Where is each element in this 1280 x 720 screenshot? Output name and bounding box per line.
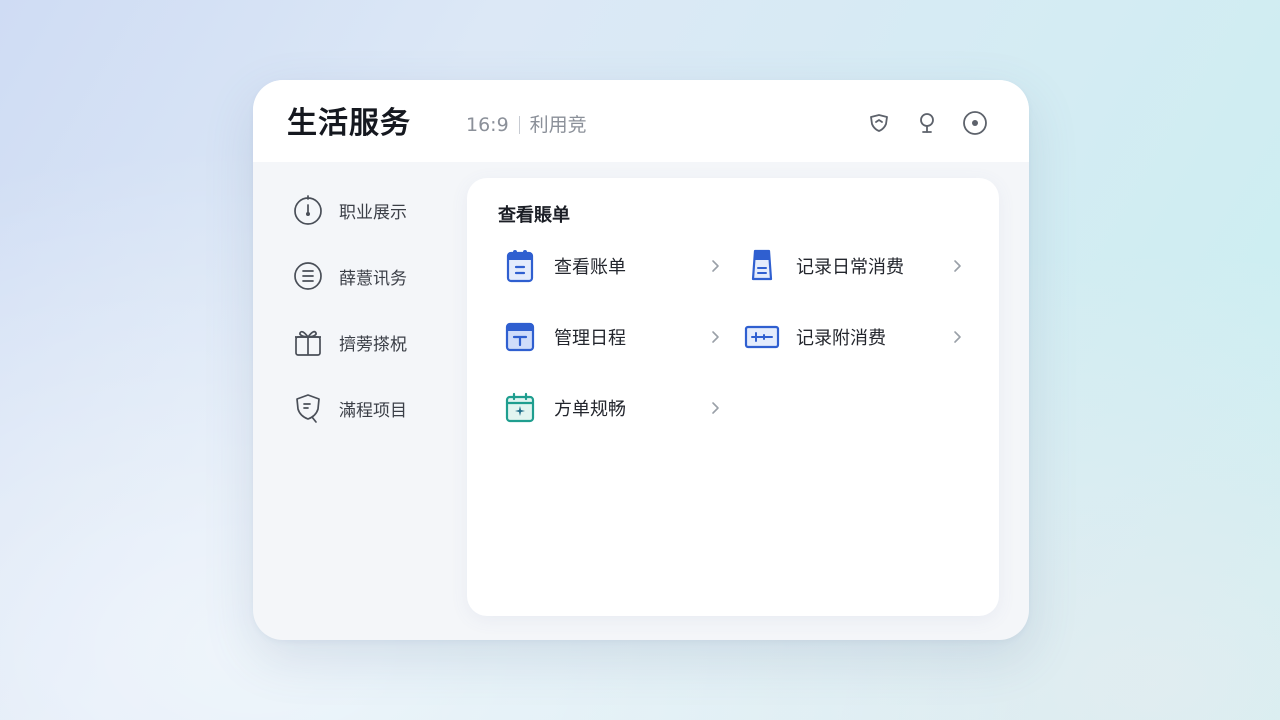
- sidebar-item-label: 擠蒡搽柷: [339, 334, 407, 355]
- menu-item-label: 管理日程: [554, 328, 626, 349]
- sidebar-item-label: 职业展示: [339, 202, 407, 223]
- sidebar-item-label: 滿程项目: [339, 400, 407, 421]
- schedule-icon: [500, 317, 540, 357]
- chevron-right-icon: [708, 401, 722, 415]
- chevron-right-icon: [708, 330, 722, 344]
- timer-icon: [289, 191, 327, 229]
- sidebar-item-project[interactable]: 滿程项目: [289, 383, 459, 433]
- chevron-right-icon: [950, 330, 964, 344]
- sidebar-item-career[interactable]: 职业展示: [289, 185, 459, 235]
- menu-item-manage-schedule[interactable]: 管理日程: [500, 312, 722, 362]
- bill-icon: [500, 246, 540, 286]
- header-meta: 16:9 利用竞: [466, 113, 587, 137]
- shield-icon[interactable]: [865, 109, 893, 137]
- menu-item-view-bill[interactable]: 查看账单: [500, 241, 722, 291]
- gift-icon: [289, 323, 327, 361]
- menu-item-plan[interactable]: 方单规畅: [500, 383, 722, 433]
- list-icon: [289, 257, 327, 295]
- calendar-sparkle-icon: [500, 388, 540, 428]
- pin-icon[interactable]: [913, 109, 941, 137]
- menu-item-extra-expense[interactable]: 记录附消费: [742, 312, 964, 362]
- chevron-right-icon: [708, 259, 722, 273]
- service-window: 生活服务 16:9 利用竞 职业展示 薛薏讯务 擠蒡搽柷 滿程项目 查看賬单 查…: [253, 80, 1029, 640]
- card-icon: [742, 317, 782, 357]
- menu-item-label: 记录附消费: [796, 328, 886, 349]
- receipt-icon: [742, 246, 782, 286]
- header-bar: 生活服务 16:9 利用竞: [253, 80, 1029, 162]
- menu-item-daily-expense[interactable]: 记录日常消费: [742, 241, 964, 291]
- chevron-right-icon: [950, 259, 964, 273]
- menu-item-label: 方单规畅: [554, 399, 626, 420]
- header-actions: [865, 109, 989, 137]
- menu-item-label: 查看账单: [554, 257, 626, 278]
- header-subtitle: 利用竞: [529, 114, 587, 136]
- target-icon[interactable]: [961, 109, 989, 137]
- chat-shield-icon: [289, 389, 327, 427]
- app-title: 生活服务: [287, 106, 411, 141]
- aspect-ratio-label: 16:9: [466, 114, 509, 136]
- content-panel: 查看賬单 查看账单 记录日常消费 管理日程 记录附消费 方单规畅: [467, 178, 999, 616]
- meta-divider: [518, 116, 520, 134]
- sidebar: 职业展示 薛薏讯务 擠蒡搽柷 滿程项目: [289, 185, 459, 449]
- menu-item-label: 记录日常消费: [796, 257, 904, 278]
- sidebar-item-label: 薛薏讯务: [339, 268, 407, 289]
- sidebar-item-gift[interactable]: 擠蒡搽柷: [289, 317, 459, 367]
- sidebar-item-news[interactable]: 薛薏讯务: [289, 251, 459, 301]
- panel-title: 查看賬单: [498, 205, 570, 226]
